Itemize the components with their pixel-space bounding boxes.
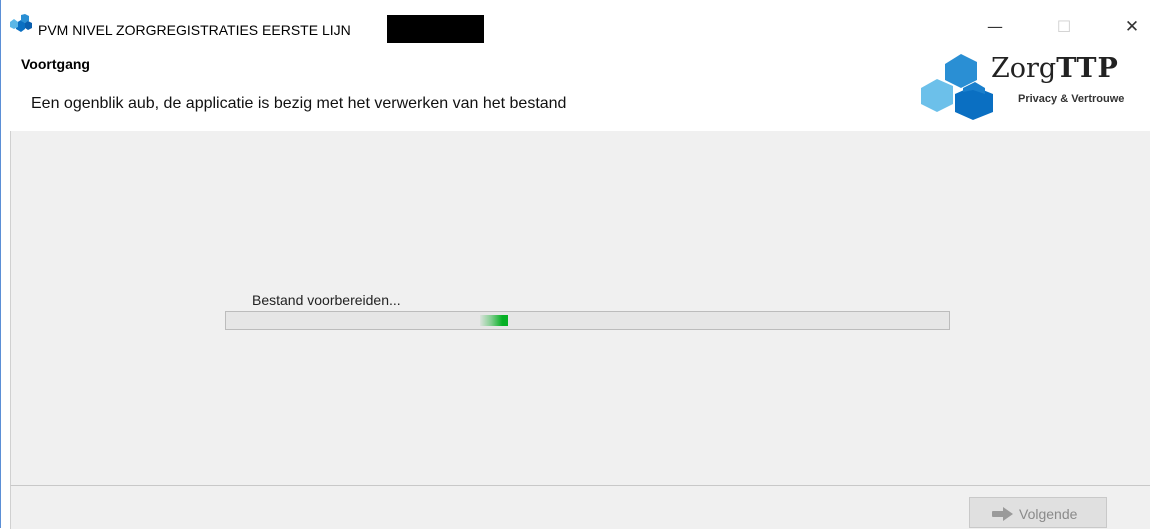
progress-bar <box>225 311 950 330</box>
minimize-button[interactable]: — <box>972 12 1018 42</box>
next-button-label: Volgende <box>1019 506 1078 522</box>
next-button[interactable]: Volgende <box>969 497 1107 528</box>
title-bar[interactable]: PVM NIVEL ZORGREGISTRATIES EERSTE LIJN —… <box>1 0 1150 43</box>
window-title: PVM NIVEL ZORGREGISTRATIES EERSTE LIJN <box>38 22 351 38</box>
progress-label: Bestand voorbereiden... <box>252 292 401 308</box>
app-window: PVM NIVEL ZORGREGISTRATIES EERSTE LIJN —… <box>0 0 1150 529</box>
logo-tagline: Privacy & Vertrouwe <box>1018 93 1125 105</box>
logo-word-zorg: Zorg <box>991 53 1057 84</box>
app-logo-icon <box>10 14 32 32</box>
logo-word-ttp: TTP <box>1056 53 1119 84</box>
arrow-right-icon <box>992 507 1013 521</box>
page-subtitle: Een ogenblik aub, de applicatie is bezig… <box>31 95 567 112</box>
redaction-box <box>387 15 484 43</box>
content-area <box>10 131 1150 485</box>
logo-wordmark: ZorgTTP <box>991 53 1119 84</box>
progress-indicator <box>480 315 508 326</box>
maximize-button[interactable]: ☐ <box>1041 12 1087 42</box>
close-button[interactable]: ✕ <box>1109 12 1150 42</box>
page-title: Voortgang <box>21 56 90 72</box>
